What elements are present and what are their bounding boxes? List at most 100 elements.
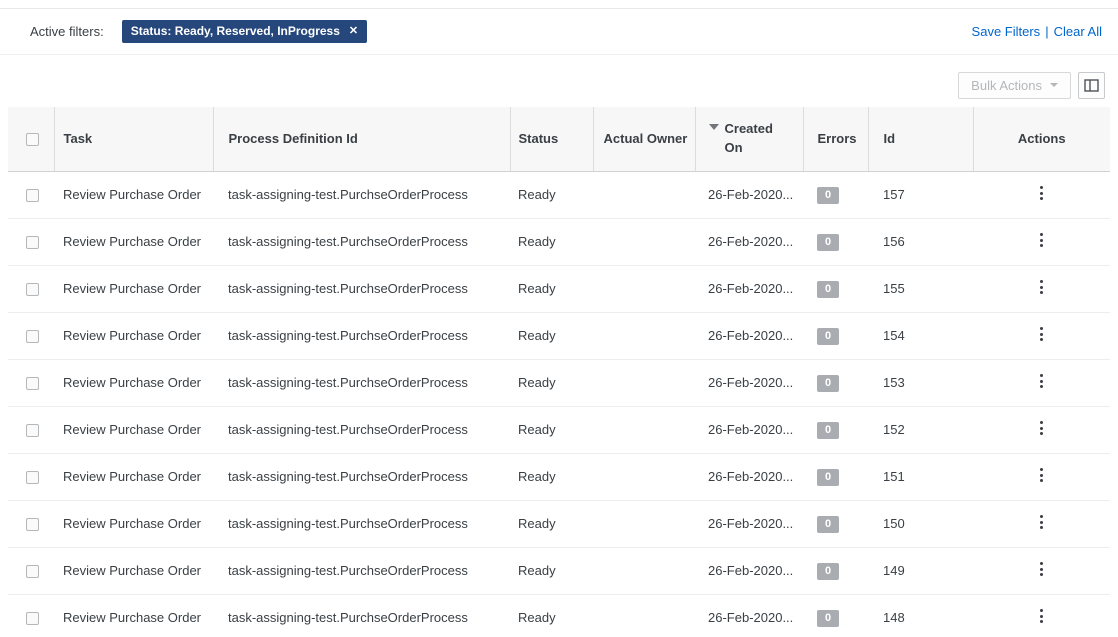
actual-owner-cell bbox=[593, 453, 695, 500]
status-cell: Ready bbox=[510, 171, 593, 218]
process-definition-column-header[interactable]: Process Definition Id bbox=[213, 107, 510, 171]
created-on-cell: 26-Feb-2020... bbox=[695, 312, 803, 359]
status-cell: Ready bbox=[510, 312, 593, 359]
process-definition-cell: task-assigning-test.PurchseOrderProcess bbox=[213, 312, 510, 359]
table-toolbar: Bulk Actions bbox=[0, 71, 1118, 99]
actual-owner-cell bbox=[593, 359, 695, 406]
actions-cell bbox=[973, 312, 1110, 359]
created-on-cell: 26-Feb-2020... bbox=[695, 547, 803, 594]
task-name-cell: Review Purchase Order bbox=[54, 500, 213, 547]
id-cell: 148 bbox=[868, 594, 973, 637]
kebab-menu-icon[interactable] bbox=[1032, 416, 1051, 441]
row-checkbox[interactable] bbox=[26, 565, 39, 578]
kebab-menu-icon[interactable] bbox=[1032, 228, 1051, 253]
kebab-menu-icon[interactable] bbox=[1032, 604, 1051, 629]
errors-badge: 0 bbox=[817, 469, 839, 486]
kebab-menu-icon[interactable] bbox=[1032, 557, 1051, 582]
filter-links: Save Filters|Clear All bbox=[972, 24, 1102, 39]
actions-cell bbox=[973, 171, 1110, 218]
errors-cell: 0 bbox=[803, 312, 868, 359]
row-checkbox[interactable] bbox=[26, 612, 39, 625]
remove-filter-icon[interactable]: ✕ bbox=[349, 25, 358, 38]
table-row: Review Purchase Order task-assigning-tes… bbox=[8, 312, 1110, 359]
created-on-cell: 26-Feb-2020... bbox=[695, 453, 803, 500]
id-cell: 151 bbox=[868, 453, 973, 500]
task-name-cell: Review Purchase Order bbox=[54, 547, 213, 594]
row-select-cell bbox=[8, 547, 54, 594]
task-name-cell: Review Purchase Order bbox=[54, 359, 213, 406]
id-cell: 154 bbox=[868, 312, 973, 359]
status-cell: Ready bbox=[510, 453, 593, 500]
errors-cell: 0 bbox=[803, 500, 868, 547]
status-column-header[interactable]: Status bbox=[510, 107, 593, 171]
actions-cell bbox=[973, 359, 1110, 406]
process-definition-cell: task-assigning-test.PurchseOrderProcess bbox=[213, 500, 510, 547]
errors-cell: 0 bbox=[803, 547, 868, 594]
save-filters-link[interactable]: Save Filters bbox=[972, 24, 1041, 39]
actual-owner-cell bbox=[593, 594, 695, 637]
actual-owner-column-header[interactable]: Actual Owner bbox=[593, 107, 695, 171]
errors-column-header[interactable]: Errors bbox=[803, 107, 868, 171]
row-checkbox[interactable] bbox=[26, 189, 39, 202]
kebab-menu-icon[interactable] bbox=[1032, 181, 1051, 206]
actions-cell bbox=[973, 547, 1110, 594]
row-checkbox[interactable] bbox=[26, 236, 39, 249]
select-all-checkbox[interactable] bbox=[26, 133, 39, 146]
status-cell: Ready bbox=[510, 406, 593, 453]
table-row: Review Purchase Order task-assigning-tes… bbox=[8, 500, 1110, 547]
errors-cell: 0 bbox=[803, 171, 868, 218]
errors-cell: 0 bbox=[803, 218, 868, 265]
created-on-cell: 26-Feb-2020... bbox=[695, 218, 803, 265]
id-column-header[interactable]: Id bbox=[868, 107, 973, 171]
table-row: Review Purchase Order task-assigning-tes… bbox=[8, 359, 1110, 406]
kebab-menu-icon[interactable] bbox=[1032, 369, 1051, 394]
actions-cell bbox=[973, 265, 1110, 312]
row-checkbox[interactable] bbox=[26, 330, 39, 343]
process-definition-cell: task-assigning-test.PurchseOrderProcess bbox=[213, 171, 510, 218]
filter-chip-text: Status: Ready, Reserved, InProgress bbox=[131, 24, 340, 38]
row-select-cell bbox=[8, 359, 54, 406]
row-select-cell bbox=[8, 453, 54, 500]
process-definition-cell: task-assigning-test.PurchseOrderProcess bbox=[213, 218, 510, 265]
row-select-cell bbox=[8, 218, 54, 265]
manage-columns-button[interactable] bbox=[1078, 72, 1105, 99]
task-name-cell: Review Purchase Order bbox=[54, 594, 213, 637]
created-on-cell: 26-Feb-2020... bbox=[695, 500, 803, 547]
created-on-cell: 26-Feb-2020... bbox=[695, 359, 803, 406]
row-checkbox[interactable] bbox=[26, 471, 39, 484]
actual-owner-cell bbox=[593, 312, 695, 359]
kebab-menu-icon[interactable] bbox=[1032, 275, 1051, 300]
actual-owner-cell bbox=[593, 218, 695, 265]
actions-cell bbox=[973, 453, 1110, 500]
table-row: Review Purchase Order task-assigning-tes… bbox=[8, 406, 1110, 453]
kebab-menu-icon[interactable] bbox=[1032, 322, 1051, 347]
actual-owner-cell bbox=[593, 547, 695, 594]
bulk-actions-button[interactable]: Bulk Actions bbox=[958, 72, 1071, 99]
row-checkbox[interactable] bbox=[26, 283, 39, 296]
kebab-menu-icon[interactable] bbox=[1032, 510, 1051, 535]
created-on-column-header[interactable]: Created On bbox=[695, 107, 803, 171]
actual-owner-cell bbox=[593, 265, 695, 312]
id-cell: 152 bbox=[868, 406, 973, 453]
process-definition-cell: task-assigning-test.PurchseOrderProcess bbox=[213, 547, 510, 594]
row-checkbox[interactable] bbox=[26, 424, 39, 437]
table-columns-icon bbox=[1084, 79, 1099, 92]
process-definition-cell: task-assigning-test.PurchseOrderProcess bbox=[213, 265, 510, 312]
errors-cell: 0 bbox=[803, 453, 868, 500]
process-definition-cell: task-assigning-test.PurchseOrderProcess bbox=[213, 453, 510, 500]
tasks-table: Task Process Definition Id Status Actual… bbox=[8, 107, 1110, 637]
process-definition-cell: task-assigning-test.PurchseOrderProcess bbox=[213, 594, 510, 637]
row-select-cell bbox=[8, 406, 54, 453]
clear-all-link[interactable]: Clear All bbox=[1054, 24, 1102, 39]
errors-cell: 0 bbox=[803, 265, 868, 312]
created-on-cell: 26-Feb-2020... bbox=[695, 265, 803, 312]
table-row: Review Purchase Order task-assigning-tes… bbox=[8, 594, 1110, 637]
kebab-menu-icon[interactable] bbox=[1032, 463, 1051, 488]
table-row: Review Purchase Order task-assigning-tes… bbox=[8, 453, 1110, 500]
row-checkbox[interactable] bbox=[26, 518, 39, 531]
row-checkbox[interactable] bbox=[26, 377, 39, 390]
errors-cell: 0 bbox=[803, 406, 868, 453]
id-cell: 156 bbox=[868, 218, 973, 265]
task-column-header[interactable]: Task bbox=[54, 107, 213, 171]
row-select-cell bbox=[8, 171, 54, 218]
